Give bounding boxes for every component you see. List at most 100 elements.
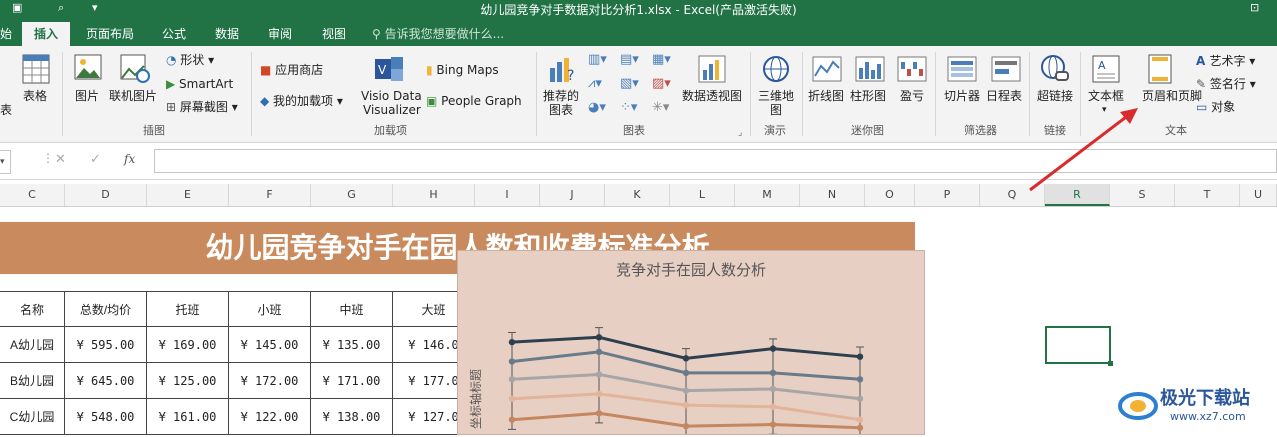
column-header[interactable]: M [735,184,800,206]
data-point[interactable] [682,422,690,430]
table-cell[interactable]: A幼儿园 [0,327,65,363]
insert-function-icon[interactable]: fx [124,152,135,166]
header-cell[interactable]: 中班 [311,291,393,327]
map3d-line2[interactable]: 图 [770,103,782,117]
signature-button[interactable]: ✎ 签名行 ▾ [1196,77,1256,91]
data-point[interactable] [856,424,864,431]
timeline-icon[interactable] [991,56,1021,82]
data-point[interactable] [508,338,516,346]
table-cell[interactable]: ¥ 135.00 [311,327,393,363]
radar-chart-icon[interactable]: ✳▾ [652,101,669,115]
table-cell[interactable]: ¥ 122.00 [229,399,311,435]
smartart-button[interactable]: ▶ SmartArt [166,77,233,91]
data-point[interactable] [682,355,690,362]
recommended-charts-icon[interactable]: ? [548,54,578,84]
table-cell[interactable]: ¥ 145.00 [229,327,311,363]
data-point[interactable] [856,395,864,402]
column-header[interactable]: J [540,184,605,206]
object-button[interactable]: ▭ 对象 [1196,100,1235,114]
data-point[interactable] [769,385,777,393]
data-point[interactable] [508,395,516,402]
header-cell[interactable]: 小班 [229,291,311,327]
data-point[interactable] [856,376,864,383]
picture-icon[interactable] [74,54,102,84]
sparkline-winloss-icon[interactable] [897,56,927,82]
sparkline-column-button[interactable]: 柱形图 [850,89,886,103]
column-header[interactable]: T [1175,184,1240,206]
selected-cell[interactable] [1045,326,1111,364]
column-header[interactable]: U [1240,184,1277,206]
data-point[interactable] [856,416,864,423]
column-header[interactable]: O [865,184,915,206]
column-header[interactable]: P [915,184,980,206]
pie-chart-icon[interactable]: ◕▾ [588,101,606,115]
chart-title[interactable]: 竞争对手在园人数分析 [616,261,766,279]
data-point[interactable] [769,421,777,428]
pivot-chart-button[interactable]: 数据透视图 [682,89,742,103]
column-header[interactable]: H [393,184,475,206]
data-point[interactable] [856,353,864,360]
table-cell[interactable]: ¥ 125.00 [147,363,229,399]
slicer-button[interactable]: 切片器 [944,89,980,103]
tab-insert[interactable]: 插入 [22,22,70,46]
slicer-icon[interactable] [947,56,977,82]
table-button[interactable]: 表格 [23,89,47,103]
data-point[interactable] [769,345,777,352]
sparkline-line-button[interactable]: 折线图 [808,89,844,103]
ribbon-display-icon[interactable]: ⊡ [1250,1,1259,14]
table-cell[interactable]: ¥ 138.00 [311,399,393,435]
data-point[interactable] [508,376,516,383]
column-header[interactable]: D [65,184,147,206]
header-cell[interactable]: 托班 [147,291,229,327]
header-cell[interactable]: 总数/均价 [65,291,147,327]
column-header[interactable]: L [670,184,735,206]
timeline-button[interactable]: 日程表 [986,89,1022,103]
globe-icon[interactable] [761,54,791,84]
formula-bar-grip-icon[interactable]: ⋮ [42,151,54,171]
data-point[interactable] [682,387,690,394]
hyperlink-icon[interactable] [1040,54,1070,84]
online-picture-button[interactable]: 联机图片 [109,89,157,103]
column-chart-icon[interactable]: ▥▾ [588,53,607,67]
header-footer-button[interactable]: 页眉和页脚 [1142,89,1202,103]
column-header[interactable]: C [0,184,65,206]
data-point[interactable] [595,348,603,356]
data-point[interactable] [595,390,603,398]
column-header[interactable]: K [605,184,670,206]
charts-dialog-launcher-icon[interactable]: ⌟ [738,126,742,140]
shapes-button[interactable]: ◔ 形状 ▾ [166,53,214,67]
data-point[interactable] [769,403,777,410]
online-picture-icon[interactable] [120,54,150,84]
table-cell[interactable]: B幼儿园 [0,363,65,399]
tab-home[interactable]: 始 [0,22,12,46]
chart-axis-title[interactable]: 坐标轴标题 [468,369,483,429]
data-point[interactable] [508,358,516,365]
data-point[interactable] [595,334,603,341]
bing-maps-button[interactable]: ▮ Bing Maps [426,63,499,77]
visio-line2[interactable]: Visualizer [363,103,421,117]
header-footer-icon[interactable] [1148,54,1172,84]
statistic-chart-icon[interactable]: ▧▾ [620,77,639,91]
screenshot-button[interactable]: ⊞ 屏幕截图 ▾ [166,100,238,114]
data-point[interactable] [595,410,603,417]
column-header[interactable]: N [800,184,865,206]
table-cell[interactable]: ¥ 645.00 [65,363,147,399]
hierarchy-chart-icon[interactable]: ▤▾ [620,53,639,67]
tab-view[interactable]: 视图 [314,22,354,46]
data-point[interactable] [508,416,516,423]
data-point[interactable] [595,371,603,378]
column-header[interactable]: G [311,184,393,206]
header-cell[interactable]: 名称 [0,291,65,327]
table-cell[interactable]: ¥ 161.00 [147,399,229,435]
tab-formulas[interactable]: 公式 [154,22,194,46]
pivot-chart-icon[interactable] [697,54,727,84]
visio-icon[interactable]: V [375,55,405,83]
fill-handle[interactable] [1108,361,1113,366]
people-graph-button[interactable]: ▣ People Graph [426,94,522,108]
combo-chart-icon[interactable]: ▨▾ [652,77,671,91]
wordart-button[interactable]: A 艺术字 ▾ [1196,54,1255,68]
sparkline-line-icon[interactable] [812,56,842,82]
table-cell[interactable]: C幼儿园 [0,399,65,435]
sparkline-column-icon[interactable] [855,56,885,82]
table-cell[interactable]: ¥ 169.00 [147,327,229,363]
